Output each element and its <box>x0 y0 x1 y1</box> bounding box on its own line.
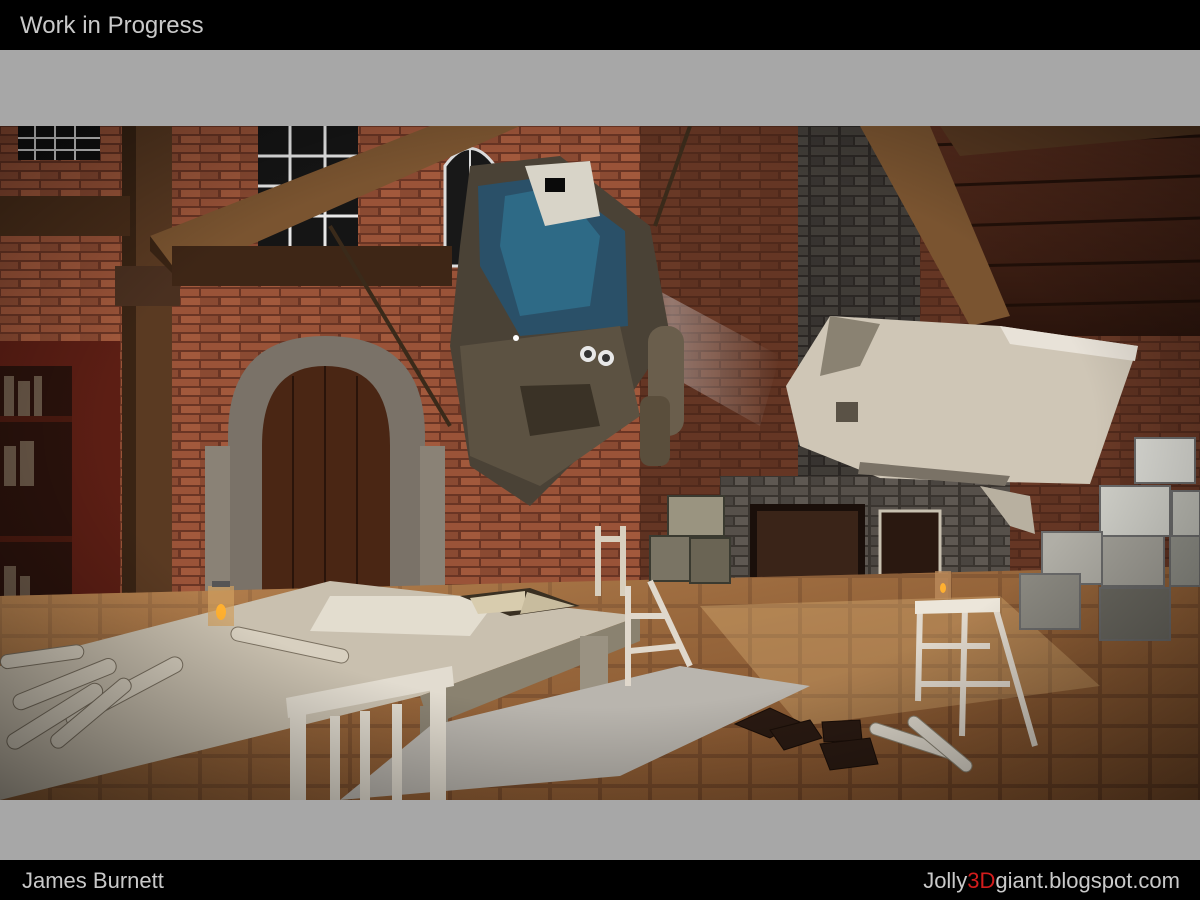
top-border <box>0 50 1200 126</box>
render-image <box>0 126 1200 800</box>
author-name: James Burnett <box>22 868 164 893</box>
blog-url-suffix: giant.blogspot.com <box>995 868 1180 893</box>
blog-url-prefix: Jolly <box>923 868 968 893</box>
blog-url: Jolly3Dgiant.blogspot.com <box>923 868 1180 894</box>
bottom-border <box>0 800 1200 860</box>
page-title: Work in Progress <box>20 12 204 39</box>
presentation-frame: Work in Progress James Burnett Jolly3Dgi… <box>0 0 1200 900</box>
blog-url-accent: 3D <box>967 868 996 893</box>
